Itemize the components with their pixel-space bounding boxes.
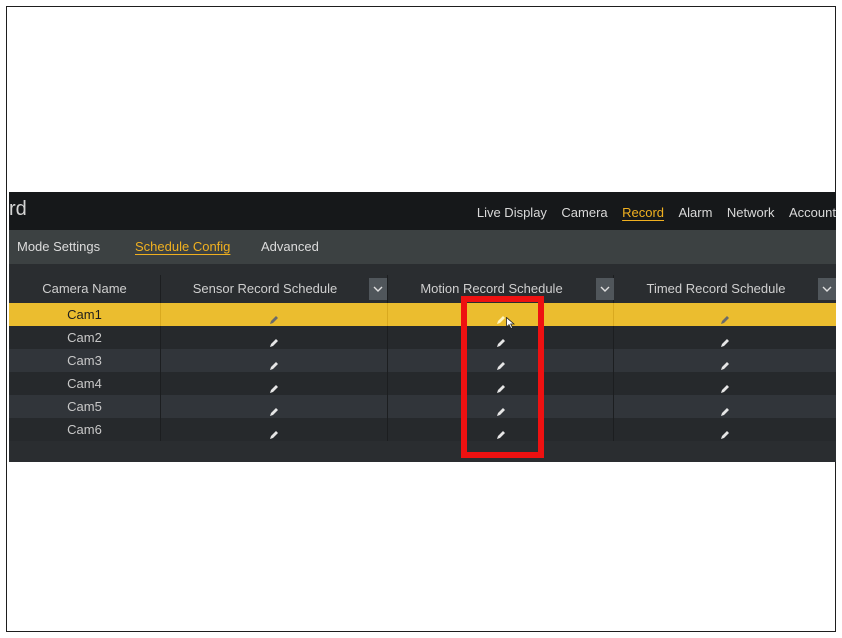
sensor-schedule-cell[interactable] — [161, 303, 388, 326]
table-header-row: Camera Name Sensor Record Schedule Motio… — [9, 275, 836, 303]
app-title: rd — [9, 198, 27, 220]
pencil-edit-icon[interactable] — [268, 379, 280, 393]
tab-schedule-config[interactable]: Schedule Config — [135, 239, 230, 254]
nav-camera[interactable]: Camera — [561, 205, 607, 220]
chevron-down-icon — [600, 286, 610, 292]
header-timed-record-schedule: Timed Record Schedule — [646, 281, 786, 296]
sensor-schedule-cell[interactable] — [161, 326, 388, 349]
chevron-down-icon — [822, 286, 832, 292]
pencil-edit-icon[interactable] — [719, 379, 731, 393]
nav-network[interactable]: Network — [727, 205, 775, 220]
timed-schedule-cell[interactable] — [614, 349, 836, 372]
camera-name-cell: Cam1 — [9, 303, 161, 326]
camera-name-cell: Cam6 — [9, 418, 161, 441]
table-row[interactable]: Cam4 — [9, 372, 836, 395]
nvr-window: rd Live Display Camera Record Alarm Netw… — [9, 192, 836, 462]
tab-mode-settings[interactable]: Mode Settings — [17, 239, 100, 254]
chevron-down-icon — [373, 286, 383, 292]
nav-record[interactable]: Record — [622, 205, 664, 220]
pencil-edit-icon[interactable] — [719, 333, 731, 347]
pencil-edit-icon[interactable] — [268, 310, 280, 324]
timed-schedule-cell[interactable] — [614, 303, 836, 326]
pencil-edit-icon[interactable] — [719, 356, 731, 370]
motion-schedule-dropdown[interactable] — [596, 278, 614, 300]
schedule-table: Camera Name Sensor Record Schedule Motio… — [9, 275, 836, 441]
top-nav: Live Display Camera Record Alarm Network… — [467, 204, 836, 222]
pencil-edit-icon[interactable] — [268, 402, 280, 416]
pencil-edit-icon[interactable] — [268, 356, 280, 370]
sensor-schedule-cell[interactable] — [161, 372, 388, 395]
sensor-schedule-cell[interactable] — [161, 395, 388, 418]
camera-name-cell: Cam5 — [9, 395, 161, 418]
pencil-edit-icon[interactable] — [719, 402, 731, 416]
table-row[interactable]: Cam2 — [9, 326, 836, 349]
timed-schedule-cell[interactable] — [614, 418, 836, 441]
camera-name-cell: Cam2 — [9, 326, 161, 349]
pencil-edit-icon[interactable] — [719, 310, 731, 324]
sensor-schedule-dropdown[interactable] — [369, 278, 387, 300]
pencil-edit-icon[interactable] — [268, 333, 280, 347]
sensor-schedule-cell[interactable] — [161, 349, 388, 372]
nav-account[interactable]: Account — [789, 205, 836, 220]
pencil-edit-icon[interactable] — [268, 425, 280, 439]
timed-schedule-cell[interactable] — [614, 372, 836, 395]
table-body: Cam1 Cam2 Cam3 Cam4 Cam5 Cam6 — [9, 303, 836, 441]
table-row[interactable]: Cam6 — [9, 418, 836, 441]
header-camera-name: Camera Name — [9, 275, 161, 303]
nav-live-display[interactable]: Live Display — [477, 205, 547, 220]
table-row[interactable]: Cam3 — [9, 349, 836, 372]
tab-advanced[interactable]: Advanced — [261, 239, 319, 254]
top-bar: rd Live Display Camera Record Alarm Netw… — [9, 192, 836, 230]
timed-schedule-cell[interactable] — [614, 395, 836, 418]
sub-tab-bar: Mode Settings Schedule Config Advanced — [9, 230, 836, 264]
header-sensor-record-schedule: Sensor Record Schedule — [161, 275, 388, 303]
table-row[interactable]: Cam1 — [9, 303, 836, 326]
timed-schedule-cell[interactable] — [614, 326, 836, 349]
camera-name-cell: Cam4 — [9, 372, 161, 395]
sensor-schedule-cell[interactable] — [161, 418, 388, 441]
camera-name-cell: Cam3 — [9, 349, 161, 372]
nav-alarm[interactable]: Alarm — [678, 205, 712, 220]
table-row[interactable]: Cam5 — [9, 395, 836, 418]
highlight-annotation-box — [461, 296, 544, 458]
timed-schedule-dropdown[interactable] — [818, 278, 836, 300]
pencil-edit-icon[interactable] — [719, 425, 731, 439]
